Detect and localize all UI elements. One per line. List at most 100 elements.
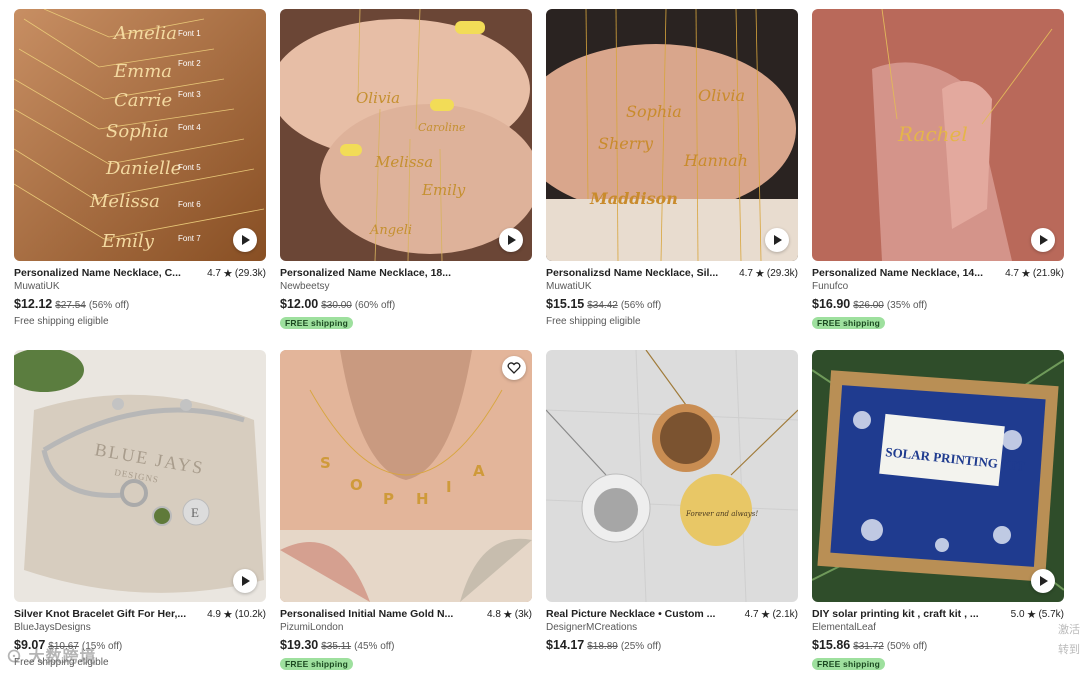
product-rating: 5.0 ★ (5.7k): [1010, 608, 1064, 621]
svg-text:Font 6: Font 6: [178, 200, 201, 209]
product-title[interactable]: Personalized Name Necklace, 18...: [280, 267, 451, 279]
product-grid: Amelia Emma Carrie Sophia Danielle Melis…: [0, 0, 1080, 674]
picture-necklace-photo: Forever and always!: [546, 350, 798, 602]
product-image[interactable]: SOLAR PRINTING KIT: [812, 350, 1064, 602]
shop-name[interactable]: Funufco: [812, 281, 1064, 294]
play-video-button[interactable]: [233, 228, 257, 252]
star-icon: ★: [755, 267, 765, 280]
svg-text:O: O: [350, 476, 363, 494]
svg-text:Font 5: Font 5: [178, 163, 201, 172]
heart-icon: [507, 362, 521, 374]
svg-text:Font 7: Font 7: [178, 234, 201, 243]
price-line: $19.30 $35.11 (45% off): [280, 638, 395, 652]
shop-name[interactable]: Newbeetsy: [280, 281, 532, 294]
svg-text:Sherry: Sherry: [598, 134, 654, 153]
product-card[interactable]: Forever and always! Real Picture Necklac…: [546, 350, 798, 654]
svg-text:I: I: [446, 478, 452, 496]
star-icon: ★: [760, 608, 771, 621]
necklace-photo-finger: Rachel: [812, 9, 1064, 261]
product-image[interactable]: S O P H I A: [280, 350, 532, 602]
product-card[interactable]: Sophia Olivia Sherry Hannah Maddison Per…: [546, 9, 798, 327]
product-title[interactable]: Personalized Name Necklace, C...: [14, 267, 181, 279]
product-image[interactable]: BLUE JAYS DESIGNS E: [14, 350, 266, 602]
price-line: $15.15 $34.42 (56% off): [546, 297, 662, 311]
product-card[interactable]: BLUE JAYS DESIGNS E Silver Knot Bracelet…: [14, 350, 266, 668]
product-rating: 4.7 ★ (21.9k): [1005, 267, 1064, 280]
necklace-photo-hand-many: Sophia Olivia Sherry Hannah Maddison: [546, 9, 798, 261]
svg-text:Sophia: Sophia: [626, 102, 682, 121]
product-card[interactable]: Olivia Caroline Melissa Emily Angeli Per…: [280, 9, 532, 331]
free-shipping-badge: FREE shipping: [280, 317, 354, 329]
shop-name[interactable]: MuwatiUK: [546, 281, 798, 294]
product-title[interactable]: Real Picture Necklace • Custom ...: [546, 608, 715, 620]
svg-text:Maddison: Maddison: [589, 189, 678, 208]
star-icon: ★: [1021, 267, 1031, 280]
product-rating: 4.7 ★ (2.1k): [744, 608, 798, 621]
product-card[interactable]: SOLAR PRINTING KIT DIY solar printing ki…: [812, 350, 1064, 672]
svg-text:Rachel: Rachel: [897, 122, 968, 146]
play-video-button[interactable]: [765, 228, 789, 252]
shop-name[interactable]: BlueJaysDesigns: [14, 622, 266, 635]
product-rating: 4.9 ★ (10.2k): [207, 608, 266, 621]
product-image[interactable]: Forever and always!: [546, 350, 798, 602]
play-video-button[interactable]: [233, 569, 257, 593]
product-image[interactable]: Sophia Olivia Sherry Hannah Maddison: [546, 9, 798, 261]
product-title[interactable]: Personalized Name Necklace, 14...: [812, 267, 983, 279]
play-video-button[interactable]: [1031, 228, 1055, 252]
free-shipping-badge: FREE shipping: [812, 317, 886, 329]
price-line: $12.12 $27.54 (56% off): [14, 297, 130, 311]
svg-text:Amelia: Amelia: [112, 23, 177, 44]
free-shipping-badge: FREE shipping: [812, 658, 886, 670]
svg-text:H: H: [416, 490, 429, 508]
star-icon: ★: [1026, 608, 1037, 621]
play-icon: [242, 576, 250, 586]
necklace-photo-fonts: Amelia Emma Carrie Sophia Danielle Melis…: [14, 9, 266, 261]
product-title[interactable]: Silver Knot Bracelet Gift For Her,...: [14, 608, 186, 620]
svg-text:Angeli: Angeli: [369, 223, 412, 238]
favorite-button[interactable]: [502, 356, 526, 380]
svg-text:Font 2: Font 2: [178, 59, 201, 68]
svg-text:S: S: [320, 454, 331, 472]
play-video-button[interactable]: [1031, 569, 1055, 593]
product-rating: 4.7 ★ (29.3k): [739, 267, 798, 280]
product-title[interactable]: DIY solar printing kit , craft kit , ...: [812, 608, 979, 620]
shop-name[interactable]: PizumiLondon: [280, 622, 532, 635]
play-icon: [508, 235, 516, 245]
product-rating: 4.7 ★ (29.3k): [207, 267, 266, 280]
necklace-photo-hands: Olivia Caroline Melissa Emily Angeli: [280, 9, 532, 261]
shop-name[interactable]: MuwatiUK: [14, 281, 266, 294]
product-image[interactable]: Amelia Emma Carrie Sophia Danielle Melis…: [14, 9, 266, 261]
product-image[interactable]: Olivia Caroline Melissa Emily Angeli: [280, 9, 532, 261]
star-icon: ★: [223, 608, 233, 621]
shipping-text: Free shipping eligible: [14, 316, 109, 327]
product-title[interactable]: Personalised Initial Name Gold N...: [280, 608, 453, 620]
svg-text:Emily: Emily: [101, 231, 155, 252]
price-line: $12.00 $30.00 (60% off): [280, 297, 396, 311]
product-card[interactable]: Amelia Emma Carrie Sophia Danielle Melis…: [14, 9, 266, 327]
price-line: $14.17 $18.89 (25% off): [546, 638, 662, 652]
product-card[interactable]: Rachel Personalized Name Necklace, 14...…: [812, 9, 1064, 331]
play-icon: [1040, 576, 1048, 586]
svg-text:Olivia: Olivia: [698, 86, 745, 105]
play-icon: [1040, 235, 1048, 245]
svg-text:Danielle: Danielle: [105, 158, 181, 179]
svg-text:Forever and always!: Forever and always!: [685, 510, 758, 518]
svg-text:Sophia: Sophia: [106, 121, 169, 142]
free-shipping-badge: FREE shipping: [280, 658, 354, 670]
svg-text:Hannah: Hannah: [683, 151, 748, 170]
shop-name[interactable]: ElementalLeaf: [812, 622, 1064, 635]
svg-text:A: A: [473, 462, 485, 480]
product-image[interactable]: Rachel: [812, 9, 1064, 261]
svg-text:Melissa: Melissa: [374, 153, 433, 171]
svg-text:P: P: [383, 490, 394, 508]
product-card[interactable]: S O P H I A Personalised Initial Name Go…: [280, 350, 532, 672]
activation-notice: 激活 转到: [1058, 624, 1080, 656]
shipping-text: Free shipping eligible: [546, 316, 641, 327]
product-title[interactable]: Personalizsd Name Necklace, Sil...: [546, 267, 718, 279]
play-video-button[interactable]: [499, 228, 523, 252]
svg-text:Melissa: Melissa: [89, 191, 160, 212]
play-icon: [774, 235, 782, 245]
shop-name[interactable]: DesignerMCreations: [546, 622, 798, 635]
svg-text:Font 4: Font 4: [178, 123, 201, 132]
svg-text:Carrie: Carrie: [114, 90, 172, 111]
